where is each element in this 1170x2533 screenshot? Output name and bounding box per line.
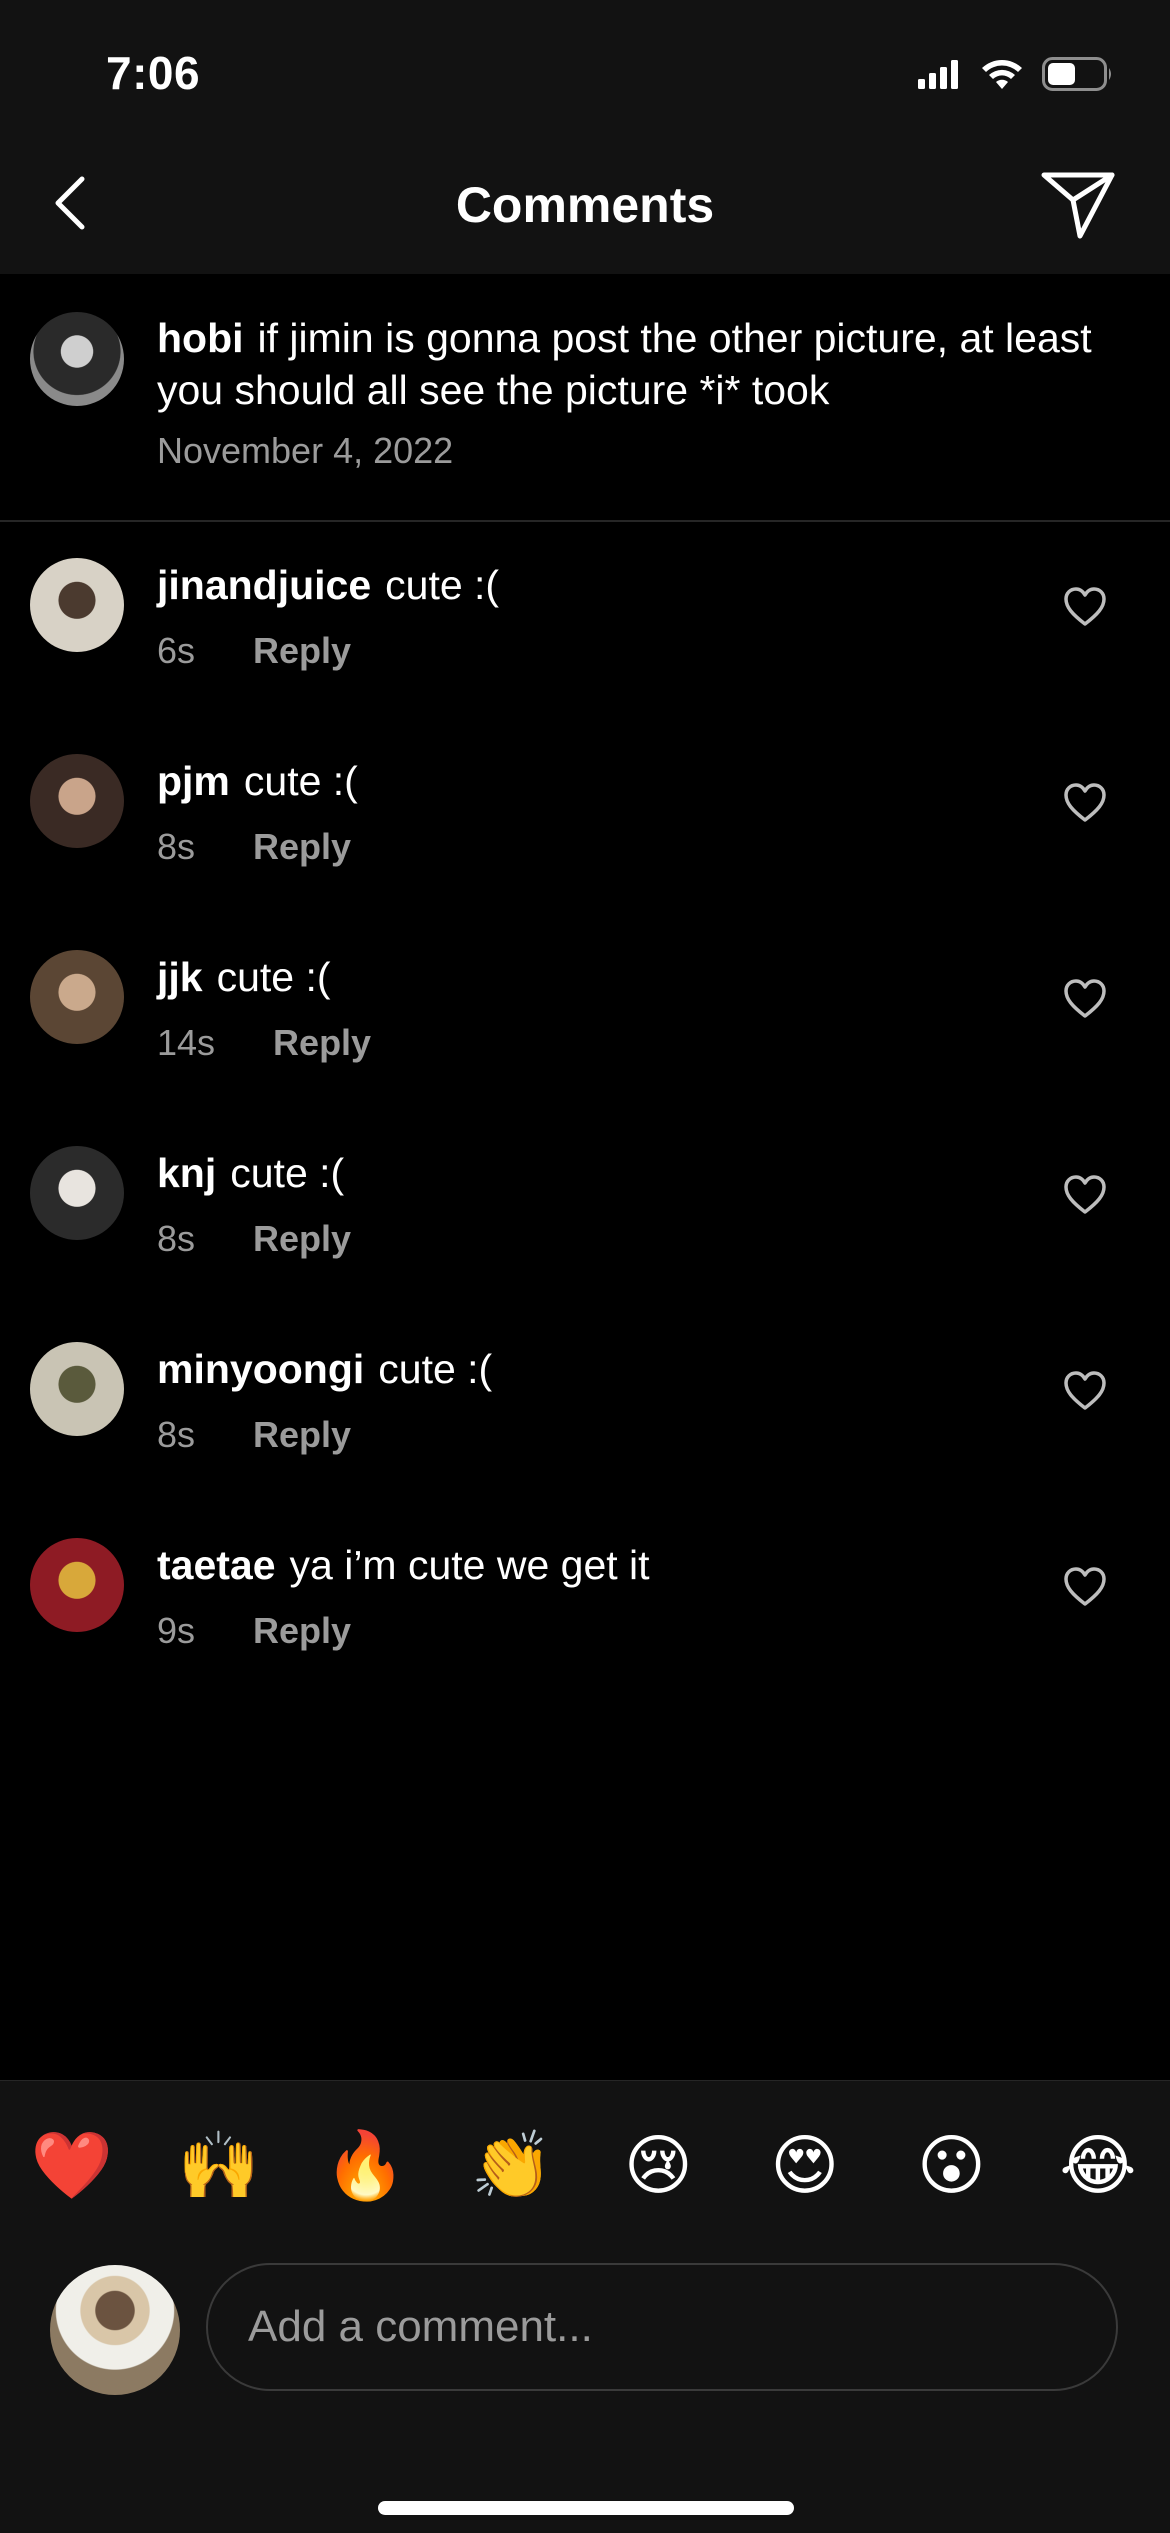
comment-timestamp: 9s — [157, 1610, 196, 1651]
comment-meta: 14s Reply — [157, 1022, 371, 1064]
comment-body: cute :( — [230, 1150, 345, 1196]
battery-icon — [1042, 57, 1111, 91]
comment-timestamp: 14s — [157, 1022, 216, 1063]
reply-button[interactable]: Reply — [253, 630, 351, 672]
comment-row: knj cute :( 8s Reply — [0, 1110, 1170, 1306]
caption-username[interactable]: hobi — [157, 315, 244, 361]
header-area: 7:06 Comments — [0, 0, 1170, 274]
comment-input-wrapper[interactable] — [206, 2263, 1118, 2391]
avatar[interactable] — [30, 754, 124, 848]
comment-text: pjm cute :( — [157, 756, 358, 806]
share-button[interactable] — [1038, 168, 1118, 242]
red-heart-emoji[interactable]: ❤️ — [24, 2125, 120, 2205]
comment-text: minyoongi cute :( — [157, 1344, 492, 1394]
comment-body: ya i’m cute we get it — [289, 1542, 650, 1588]
reply-button[interactable]: Reply — [253, 1610, 351, 1652]
heart-icon — [1064, 1567, 1106, 1606]
clapping-hands-emoji[interactable]: 👏 — [464, 2125, 560, 2205]
comment-username[interactable]: knj — [157, 1150, 216, 1196]
comment-row: jjk cute :(14s Reply — [0, 914, 1170, 1110]
status-time: 7:06 — [106, 47, 201, 99]
like-button[interactable] — [1062, 1564, 1108, 1610]
avatar[interactable] — [30, 1146, 124, 1240]
comment-meta: 6s Reply — [157, 630, 351, 672]
avatar[interactable] — [30, 558, 124, 652]
heart-eyes-emoji[interactable]: 😍 — [757, 2125, 853, 2205]
reply-button[interactable]: Reply — [273, 1022, 371, 1064]
page-title: Comments — [455, 177, 715, 233]
avatar[interactable] — [30, 1538, 124, 1632]
avatar[interactable] — [30, 1342, 124, 1436]
post-caption: hobi if jimin is gonna post the other pic… — [0, 274, 1170, 522]
status-icons — [918, 52, 1114, 96]
reply-button[interactable]: Reply — [253, 1218, 351, 1260]
heart-icon — [1064, 587, 1106, 626]
reply-button[interactable]: Reply — [253, 826, 351, 868]
emoji-bar: ❤️ 🙌 🔥 👏 😢 😍 😮 😂 — [24, 2125, 1146, 2205]
comment-username[interactable]: taetae — [157, 1542, 276, 1588]
comment-username[interactable]: pjm — [157, 758, 230, 804]
comment-row: minyoongi cute :( 8s Reply — [0, 1306, 1170, 1502]
comment-body: cute :( — [378, 1346, 493, 1392]
heart-icon — [1064, 783, 1106, 822]
comment-body: cute :( — [243, 758, 358, 804]
comment-timestamp: 6s — [157, 630, 196, 671]
comment-timestamp: 8s — [157, 1414, 196, 1455]
comment-text: jinandjuice cute :( — [157, 560, 499, 610]
comment-body: cute :( — [385, 562, 500, 608]
avatar[interactable] — [30, 950, 124, 1044]
send-icon — [1041, 172, 1115, 239]
fire-emoji[interactable]: 🔥 — [317, 2125, 413, 2205]
like-button[interactable] — [1062, 1172, 1108, 1218]
comment-username[interactable]: jinandjuice — [157, 562, 371, 608]
comment-row: pjm cute :( 8s Reply — [0, 718, 1170, 914]
like-button[interactable] — [1062, 584, 1108, 630]
comment-meta: 8s Reply — [157, 1218, 351, 1260]
tears-of-joy-emoji[interactable]: 😂 — [1050, 2125, 1146, 2205]
wifi-icon — [982, 60, 1022, 89]
comment-timestamp: 8s — [157, 1218, 196, 1259]
comment-list: jinandjuice cute :( 6s Reply pjm cute :( 8s Rep… — [0, 522, 1170, 1698]
crying-face-emoji[interactable]: 😢 — [610, 2125, 706, 2205]
comment-meta: 8s Reply — [157, 826, 351, 868]
comment-row: taetae ya i’m cute we get it 9s Reply — [0, 1502, 1170, 1698]
comment-row: jinandjuice cute :( 6s Reply — [0, 522, 1170, 718]
surprised-face-emoji[interactable]: 😮 — [903, 2125, 999, 2205]
comment-input[interactable] — [246, 2301, 1116, 2353]
comment-meta: 9s Reply — [157, 1610, 351, 1652]
comment-body: cute :( — [216, 954, 331, 1000]
comment-meta: 8s Reply — [157, 1414, 351, 1456]
comment-username[interactable]: minyoongi — [157, 1346, 364, 1392]
caption-date: November 4, 2022 — [157, 430, 454, 471]
heart-icon — [1064, 1371, 1106, 1410]
comment-text: taetae ya i’m cute we get it — [157, 1540, 650, 1590]
cellular-signal-icon — [918, 60, 958, 89]
comment-composer: ❤️ 🙌 🔥 👏 😢 😍 😮 😂 — [0, 2080, 1170, 2533]
heart-icon — [1064, 1175, 1106, 1214]
raising-hands-emoji[interactable]: 🙌 — [171, 2125, 267, 2205]
reply-button[interactable]: Reply — [253, 1414, 351, 1456]
like-button[interactable] — [1062, 780, 1108, 826]
comment-text: jjk cute :( — [157, 952, 331, 1002]
comment-timestamp: 8s — [157, 826, 196, 867]
comment-text: knj cute :( — [157, 1148, 344, 1198]
heart-icon — [1064, 979, 1106, 1018]
avatar[interactable] — [30, 312, 124, 406]
caption-text: hobi if jimin is gonna post the other pic… — [157, 312, 1117, 416]
home-indicator — [378, 2501, 794, 2515]
like-button[interactable] — [1062, 1368, 1108, 1414]
comment-username[interactable]: jjk — [157, 954, 203, 1000]
caption-body: if jimin is gonna post the other picture… — [157, 315, 1092, 413]
like-button[interactable] — [1062, 976, 1108, 1022]
current-user-avatar — [50, 2265, 180, 2395]
